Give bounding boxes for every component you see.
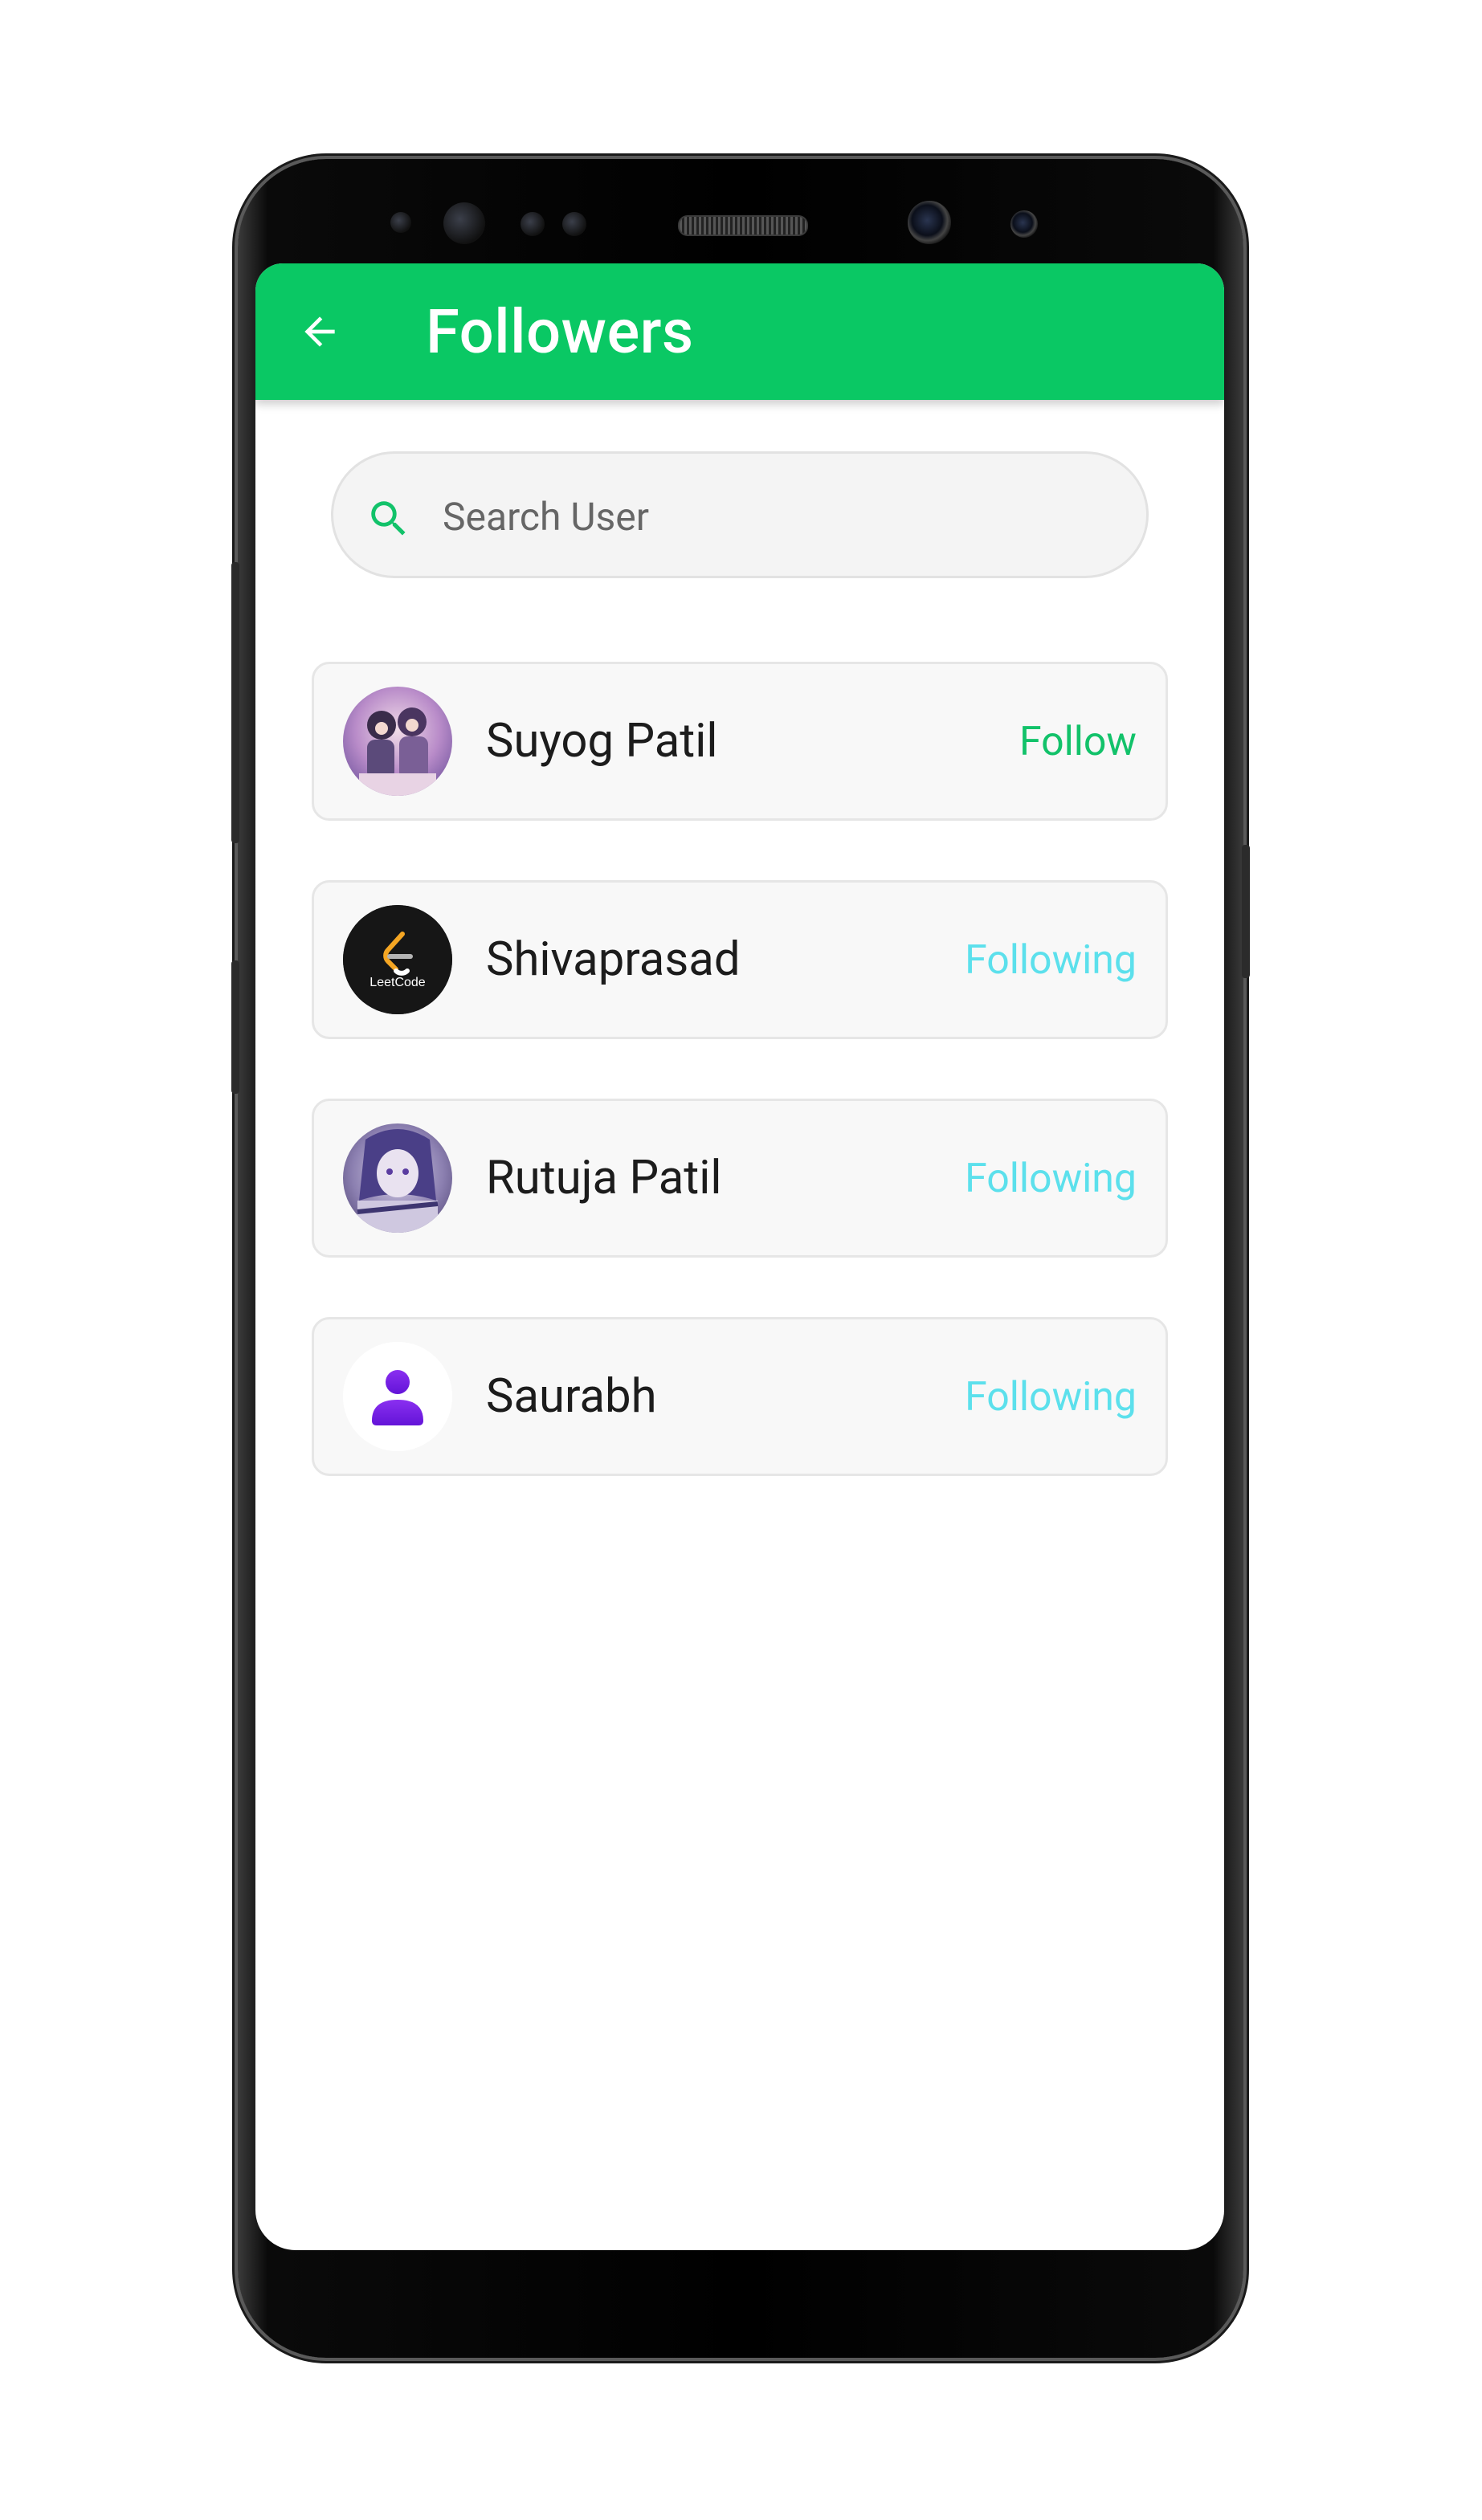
user-name: Shivaprasad [486, 932, 741, 987]
iris-sensor [443, 202, 485, 244]
following-button[interactable]: Following [965, 1151, 1137, 1207]
person-icon [343, 1342, 452, 1451]
anime-girl-avatar-icon [343, 1123, 452, 1233]
anime-avatar-icon [343, 687, 452, 796]
sensor-dot [390, 212, 411, 233]
follow-button[interactable]: Follow [1019, 714, 1137, 770]
side-button-right [1242, 845, 1250, 978]
list-item[interactable]: Saurabh Following [312, 1317, 1168, 1476]
sensor-dot [521, 212, 545, 236]
avatar [343, 687, 452, 796]
side-button-left-top [231, 562, 239, 843]
avatar [343, 1123, 452, 1233]
arrow-left-icon [304, 316, 335, 347]
side-button-left-bottom [231, 960, 239, 1094]
search-bar[interactable] [331, 451, 1149, 578]
user-name: Suyog Patil [486, 714, 718, 769]
earpiece-speaker [678, 215, 808, 236]
page-title: Followers [426, 296, 694, 368]
front-camera [908, 201, 951, 244]
avatar: LeetCode [343, 905, 452, 1014]
list-item[interactable]: LeetCode Shivaprasad Following [312, 880, 1168, 1039]
back-button[interactable] [294, 306, 345, 357]
sensor-camera [1010, 210, 1038, 238]
sensor-dot [562, 212, 586, 236]
avatar-caption: LeetCode [369, 976, 426, 989]
search-input[interactable] [441, 478, 1119, 555]
list-item[interactable]: Rutuja Patil Following [312, 1099, 1168, 1258]
app-screen: Followers Search User Suyog Patil Follow… [255, 263, 1224, 2250]
following-button[interactable]: Following [965, 1369, 1137, 1425]
followers-list: Suyog Patil Follow LeetCode Shivaprasad … [312, 662, 1168, 1535]
search-icon [371, 501, 406, 536]
app-bar: Followers [255, 263, 1224, 400]
leetcode-logo-icon [343, 905, 452, 1014]
list-item[interactable]: Suyog Patil Follow [312, 662, 1168, 821]
following-button[interactable]: Following [965, 932, 1137, 989]
user-name: Saurabh [486, 1369, 657, 1424]
user-name: Rutuja Patil [486, 1151, 722, 1205]
avatar [343, 1342, 452, 1451]
